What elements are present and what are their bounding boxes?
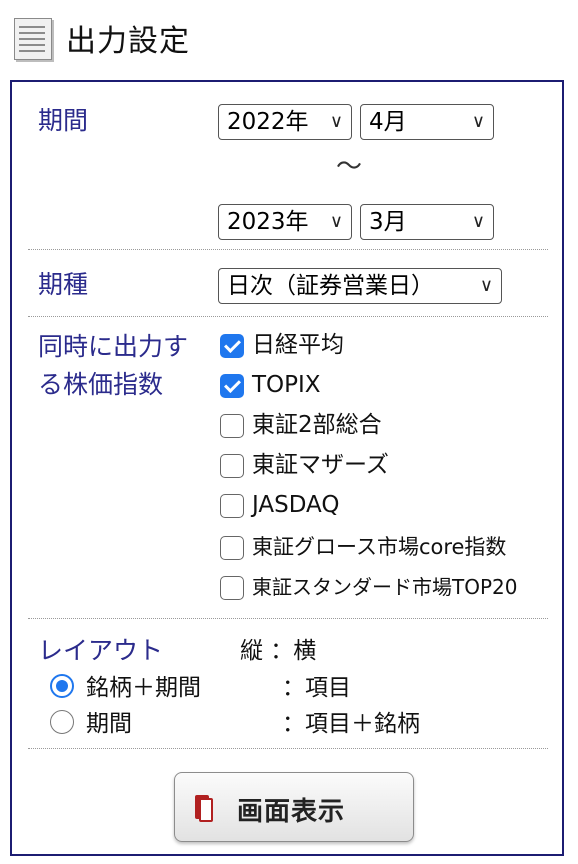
document-icon xyxy=(10,16,54,60)
chevron-down-icon: ∨ xyxy=(471,111,485,132)
layout-axes-header: 縦 ：横 xyxy=(240,638,317,664)
period-separator: 〜 xyxy=(336,152,363,182)
tse2-checkbox[interactable] xyxy=(220,414,244,438)
topix-checkbox[interactable] xyxy=(220,374,244,398)
mothers-label: 東証マザーズ xyxy=(252,452,389,478)
period-type-label: 期種 xyxy=(38,270,89,299)
layout-label: レイアウト xyxy=(38,636,164,665)
to-year-value: 2023年 xyxy=(227,209,309,235)
divider xyxy=(28,249,548,250)
indices-label-line2: る株価指数 xyxy=(38,370,164,399)
period-type-value: 日次（証券営業日） xyxy=(227,273,434,299)
topix-label: TOPIX xyxy=(252,372,321,398)
nikkei-checkbox[interactable] xyxy=(220,334,244,358)
chevron-down-icon: ∨ xyxy=(329,211,343,232)
output-settings-panel: 期間 2022年 ∨ 4月 ∨ 〜 2023年 ∨ 3月 ∨ 期種 日次（証券営… xyxy=(10,80,564,856)
layout-option-label: 期間 xyxy=(86,711,132,737)
to-month-select[interactable]: 3月 ∨ xyxy=(360,204,494,240)
divider xyxy=(28,748,548,749)
show-on-screen-button[interactable]: 画面表示 xyxy=(174,772,414,842)
page-title: 出力設定 xyxy=(66,24,190,59)
growth-core-checkbox[interactable] xyxy=(220,536,244,560)
growth-core-label: 東証グロース市場core指数 xyxy=(252,535,507,559)
period-label: 期間 xyxy=(38,106,89,135)
mothers-checkbox[interactable] xyxy=(220,454,244,478)
nikkei-label: 日経平均 xyxy=(252,332,344,358)
tse2-label: 東証2部総合 xyxy=(252,412,382,438)
jasdaq-checkbox[interactable] xyxy=(220,494,244,518)
layout-option-value: ：項目＋銘柄 xyxy=(282,711,420,737)
document-red-icon xyxy=(195,795,213,822)
divider xyxy=(28,618,548,619)
chevron-down-icon: ∨ xyxy=(329,111,343,132)
standard-top20-label: 東証スタンダード市場TOP20 xyxy=(252,575,518,599)
divider xyxy=(28,316,548,317)
layout-option-label: 銘柄＋期間 xyxy=(86,675,201,701)
show-on-screen-label: 画面表示 xyxy=(237,797,346,827)
from-year-select[interactable]: 2022年 ∨ xyxy=(218,104,352,140)
from-month-value: 4月 xyxy=(369,109,407,135)
from-month-select[interactable]: 4月 ∨ xyxy=(360,104,494,140)
indices-label-line1: 同時に出力す xyxy=(38,332,189,361)
period-type-select[interactable]: 日次（証券営業日） ∨ xyxy=(218,268,502,304)
from-year-value: 2022年 xyxy=(227,109,309,135)
to-month-value: 3月 xyxy=(369,209,407,235)
layout-option-value: ：項目 xyxy=(282,675,351,701)
chevron-down-icon: ∨ xyxy=(471,211,485,232)
chevron-down-icon: ∨ xyxy=(479,275,493,296)
to-year-select[interactable]: 2023年 ∨ xyxy=(218,204,352,240)
standard-top20-checkbox[interactable] xyxy=(220,576,244,600)
page-header: 出力設定 xyxy=(10,12,190,64)
layout-radio-stock-period[interactable] xyxy=(50,674,74,698)
jasdaq-label: JASDAQ xyxy=(252,492,340,518)
layout-radio-period[interactable] xyxy=(50,710,74,734)
